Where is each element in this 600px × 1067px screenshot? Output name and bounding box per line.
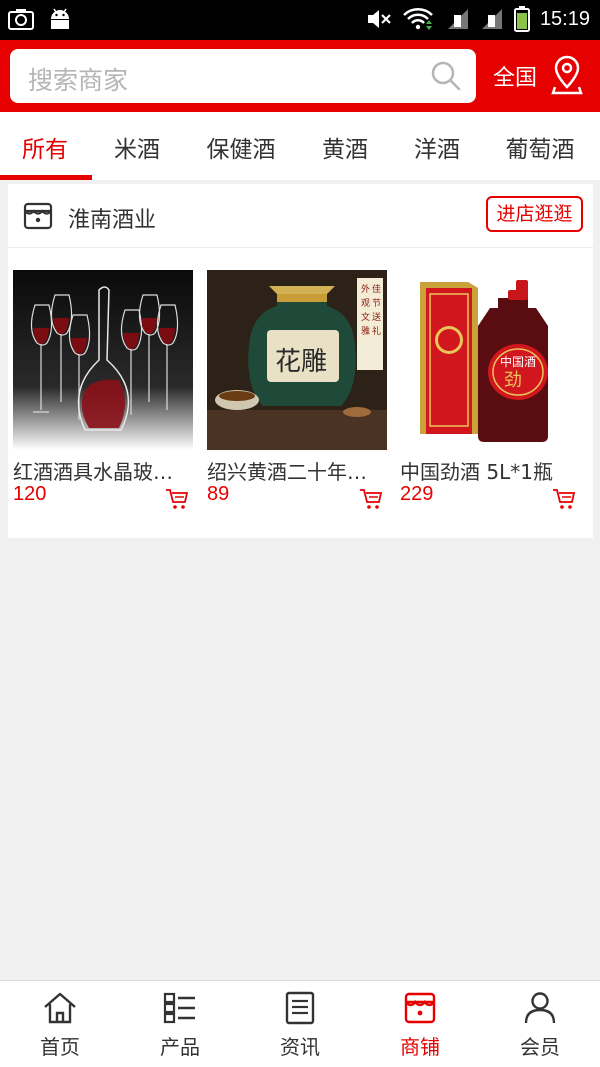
- svg-text:外: 外: [361, 283, 370, 295]
- signal-1-icon: [447, 9, 468, 29]
- svg-text:劲: 劲: [504, 370, 522, 391]
- store-header: 淮南酒业 进店逛逛: [8, 184, 593, 248]
- svg-text:佳: 佳: [372, 283, 381, 295]
- nav-label: 产品: [160, 1035, 200, 1059]
- nav-label: 会员: [520, 1035, 560, 1059]
- svg-text:雅: 雅: [361, 325, 370, 337]
- product-price: 89: [207, 483, 230, 505]
- svg-text:中国酒: 中国酒: [500, 354, 536, 369]
- bottom-nav: 首页 产品 资讯 商铺 会员: [0, 980, 600, 1067]
- android-icon: [51, 8, 69, 29]
- svg-text:文: 文: [361, 311, 370, 323]
- tab-yellow-wine[interactable]: 黄酒: [310, 130, 380, 164]
- status-bar: 15:19: [0, 0, 600, 40]
- product-image-wine-glasses[interactable]: [13, 270, 193, 450]
- region-selector[interactable]: 全国: [493, 60, 537, 92]
- battery-icon: [513, 6, 530, 32]
- location-pin-icon[interactable]: [551, 55, 583, 95]
- clock: 15:19: [539, 7, 590, 30]
- product-name[interactable]: 绍兴黄酒二十年…: [207, 456, 397, 485]
- tab-rice-wine[interactable]: 米酒: [102, 130, 172, 164]
- product-name[interactable]: 中国劲酒 5L*1瓶: [400, 456, 590, 485]
- nav-label: 商铺: [400, 1035, 440, 1059]
- cart-icon[interactable]: [552, 488, 576, 510]
- search-input[interactable]: 搜索商家: [10, 49, 476, 103]
- nav-label: 首页: [40, 1035, 80, 1059]
- list-icon: [163, 992, 195, 1024]
- tab-foreign-wine[interactable]: 洋酒: [402, 130, 472, 164]
- svg-text:观: 观: [361, 298, 370, 309]
- store-card: 淮南酒业 进店逛逛 红酒酒具水晶玻… 120 外 观 文 雅 佳 节 送 礼 花…: [8, 184, 593, 538]
- nav-home[interactable]: 首页: [0, 981, 120, 1067]
- svg-text:礼: 礼: [372, 325, 381, 337]
- user-icon: [524, 992, 556, 1024]
- shop-icon: [404, 992, 436, 1024]
- home-icon: [44, 992, 76, 1024]
- search-icon[interactable]: [430, 60, 462, 92]
- product-name[interactable]: 红酒酒具水晶玻…: [13, 456, 203, 485]
- nav-label: 资讯: [280, 1035, 320, 1059]
- product-price: 120: [13, 483, 47, 505]
- nav-news[interactable]: 资讯: [240, 981, 360, 1067]
- mute-icon: [367, 10, 391, 28]
- screenshot-icon: [8, 9, 34, 30]
- tab-grape-wine[interactable]: 葡萄酒: [494, 130, 586, 164]
- nav-shops[interactable]: 商铺: [360, 981, 480, 1067]
- active-tab-indicator: [0, 175, 92, 180]
- visit-store-button[interactable]: 进店逛逛: [486, 196, 583, 232]
- svg-text:送: 送: [372, 311, 381, 323]
- nav-member[interactable]: 会员: [480, 981, 600, 1067]
- tab-health-wine[interactable]: 保健酒: [195, 130, 287, 164]
- svg-text:花雕: 花雕: [275, 347, 327, 377]
- product-image-huadiao-jar[interactable]: 外观文雅 佳节送礼 花雕: [207, 270, 387, 450]
- news-icon: [285, 991, 315, 1025]
- nav-products[interactable]: 产品: [120, 981, 240, 1067]
- category-tabs: 所有 米酒 保健酒 黄酒 洋酒 葡萄酒: [0, 112, 600, 180]
- tab-all[interactable]: 所有: [10, 130, 80, 164]
- header: 搜索商家 全国: [0, 40, 600, 112]
- product-image-jinjiu-bottle[interactable]: 中国酒 劲: [400, 270, 580, 450]
- svg-text:节: 节: [372, 298, 381, 309]
- cart-icon[interactable]: [359, 488, 383, 510]
- product-price: 229: [400, 483, 434, 505]
- store-icon: [23, 202, 53, 230]
- wifi-icon: [403, 8, 433, 30]
- search-placeholder: 搜索商家: [28, 66, 129, 95]
- signal-2-icon: [481, 9, 502, 29]
- store-name[interactable]: 淮南酒业: [68, 202, 156, 234]
- cart-icon[interactable]: [165, 488, 189, 510]
